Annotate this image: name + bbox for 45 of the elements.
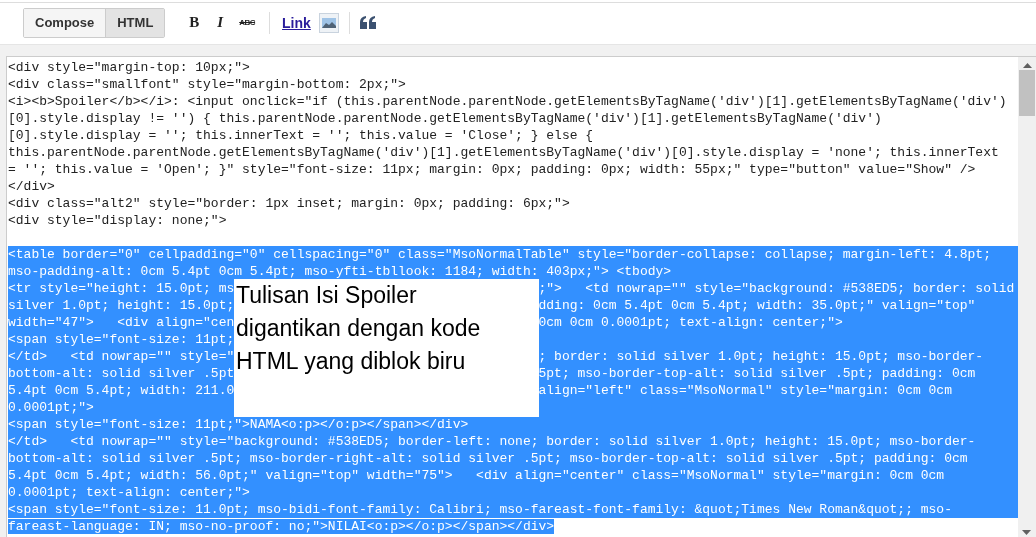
code-line: <div style="margin-top: 10px;"> — [8, 60, 250, 75]
code-line: this.parentNode.parentNode.getElementsByTagName('div')[1].getElementsByTagName('div')[0].style.display = 'none'; this.innerText — [8, 145, 999, 160]
code-line: width="47"> <div align="cen — [8, 314, 235, 331]
italic-button[interactable]: I — [211, 10, 230, 35]
code-line: 5.4pt 0cm 5.4pt; width: 211.0 — [8, 382, 235, 399]
code-line: ;"> <td nowrap="" style="background: #538ED5; border: solid — [538, 280, 1015, 297]
code-line: 0.0001pt;"> — [8, 399, 94, 416]
link-button[interactable]: Link — [280, 14, 313, 31]
code-line: 0.0001pt; text-align: center;"> — [8, 485, 250, 500]
code-line: 0cm 0cm 0.0001pt; text-align: center;"> — [538, 314, 843, 331]
code-line: </td> <td nowrap="" style=" — [8, 348, 235, 365]
code-line: mso-padding-alt: 0cm 5.4pt 0cm 5.4pt; mso-yfti-tbllook: 1184; width: 403px;"> <tbody> — [8, 264, 672, 279]
code-line: align="left" class="MsoNormal" style="margin: 0cm 0cm — [538, 382, 952, 399]
code-line: [0].style.display != '') { this.parentNode.parentNode.getElementsByTagName('div')[1].getElementsByTagName('div') — [8, 111, 882, 126]
code-line: <div class="alt2" style="border: 1px inset; margin: 0px; padding: 6px;"> — [8, 196, 570, 211]
code-line: <tr style="height: 15.0pt; ms — [8, 280, 235, 297]
code-line: <div class="smallfont" style="margin-bottom: 2px;"> — [8, 77, 406, 92]
quote-icon[interactable] — [359, 16, 376, 29]
code-line: </td> <td nowrap="" style="background: #538ED5; border-left: none; border: solid silver 1.0pt; height: 15.0pt; mso-border- — [8, 434, 976, 449]
scroll-up-arrow-icon[interactable] — [1022, 63, 1032, 68]
code-line: <table border="0" cellpadding="0" cellspacing="0" class="MsoNormalTable" style="border-collapse: collapse; margin-left: 4.8pt; — [8, 247, 991, 262]
code-line: <i><b>Spoiler</b></i>: <input onclick="if (this.parentNode.parentNode.getElementsByTagName('div')[1].getElementsByTagName('div') — [8, 94, 1007, 109]
code-line: <span style="font-size: 11pt; — [8, 331, 235, 348]
code-line: </div> — [8, 179, 55, 194]
code-line: silver 1.0pt; height: 15.0pt; — [8, 297, 235, 314]
code-line: ; border: solid silver 1.0pt; height: 15.0pt; mso-border- — [538, 348, 984, 365]
mode-tab[interactable]: HTML — [105, 8, 165, 37]
code-line: = ''; this.value = 'Open'; }" style="font-size: 11px; margin: 0px; padding: 0px; width: 55px;" type="button" value="Show" /> — [8, 162, 976, 177]
scrollbar-thumb[interactable] — [1019, 70, 1035, 116]
scrollbar[interactable] — [1018, 57, 1036, 537]
code-line: [0].style.display = ''; this.innerText = ''; this.value = 'Close'; } else { — [8, 128, 594, 143]
strikethrough-button[interactable]: ABC — [235, 10, 260, 35]
code-line: bottom-alt: solid silver .5pt — [8, 365, 235, 382]
code-line: bottom-alt: solid silver .5pt; mso-border-right-alt: solid silver .5pt; mso-border-top-alt: solid silver .5pt; padding: 0cm — [8, 451, 968, 466]
code-line: <span style="font-size: 11pt;">NAMA<o:p></o:p></span></div> — [8, 417, 469, 432]
image-icon[interactable] — [318, 12, 339, 33]
mode-tab[interactable]: Compose — [24, 8, 106, 37]
code-line: <span style="font-size: 11.0pt; mso-bidi-font-family: Calibri; mso-fareast-font-family: &quot;Times New Roman&quot;; mso- — [8, 502, 952, 517]
code-line: dding: 0cm 5.4pt 0cm 5.4pt; width: 35.0pt;" valign="top" — [538, 297, 976, 314]
code-line: 5.4pt 0cm 5.4pt; width: 56.0pt;" valign="top" width="75"> <div align="center" class="MsoNormal" style="margin: 0cm 0cm — [8, 468, 945, 483]
bold-button[interactable]: B — [183, 10, 206, 35]
scroll-down-arrow-icon[interactable] — [1022, 530, 1031, 535]
code-line: 5pt; mso-border-top-alt: solid silver .5pt; padding: 0cm — [538, 365, 976, 382]
annotation-note: Tulisan Isi Spoiler digantikan dengan kode HTML yang diblok biru — [234, 279, 539, 417]
code-line: <div style="display: none;"> — [8, 213, 227, 228]
